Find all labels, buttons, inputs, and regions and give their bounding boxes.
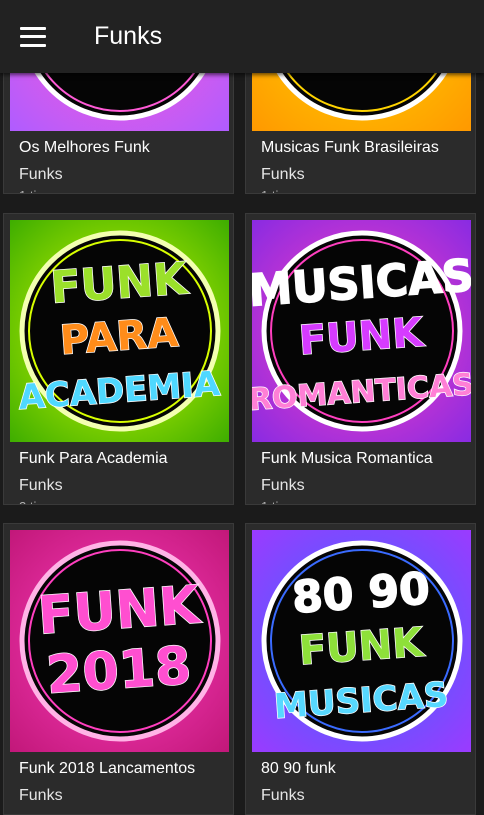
card-title: Musicas Funk Brasileiras [261, 139, 439, 156]
svg-text:80 90: 80 90 [290, 563, 431, 623]
playlist-card[interactable]: FUNK 2018 Funk 2018 Lancamentos Funks [3, 523, 234, 815]
card-category: Funks [261, 787, 305, 804]
card-play-count: 1 times [19, 188, 61, 193]
card-title: 80 90 funk [261, 760, 336, 777]
card-category: Funks [261, 166, 305, 183]
menu-line [20, 35, 46, 38]
card-play-count: 2 times [19, 499, 61, 504]
card-title: Funk Para Academia [19, 450, 168, 467]
svg-text:2018: 2018 [45, 636, 194, 706]
svg-text:FUNK: FUNK [49, 253, 191, 314]
svg-text:FUNK: FUNK [297, 310, 426, 365]
card-category: Funks [261, 477, 305, 494]
playlist-cover-image: MUSICAS FUNK ROMANTICAS [252, 220, 471, 442]
card-play-count: 1 times [261, 499, 303, 504]
playlist-cover-image: 80 90 FUNK MUSICAS [252, 530, 471, 752]
page-title: Funks [94, 22, 163, 50]
app-bar: Funks [0, 0, 484, 73]
card-category: Funks [19, 477, 63, 494]
card-title: Funk Musica Romantica [261, 450, 433, 467]
menu-line [20, 43, 46, 47]
svg-text:FUNK: FUNK [297, 620, 426, 675]
card-title: Os Melhores Funk [19, 139, 150, 156]
card-play-count: 1 times [261, 188, 303, 193]
card-title: Funk 2018 Lancamentos [19, 760, 196, 777]
playlist-card[interactable]: MUSICAS FUNK ROMANTICAS Funk Musica Romant… [245, 213, 476, 505]
playlist-card[interactable]: FUNK PARA ACADEMIA Funk Para Academia Funks… [3, 213, 234, 505]
hamburger-menu-icon[interactable] [20, 25, 54, 49]
menu-line [20, 26, 46, 30]
card-category: Funks [19, 787, 63, 804]
svg-text:PARA: PARA [58, 310, 179, 364]
playlist-cover-image: FUNK PARA ACADEMIA [10, 220, 229, 442]
playlist-cover-image: FUNK 2018 [10, 530, 229, 752]
card-category: Funks [19, 166, 63, 183]
playlist-card[interactable]: 80 90 FUNK MUSICAS 80 90 funk Funks [245, 523, 476, 815]
